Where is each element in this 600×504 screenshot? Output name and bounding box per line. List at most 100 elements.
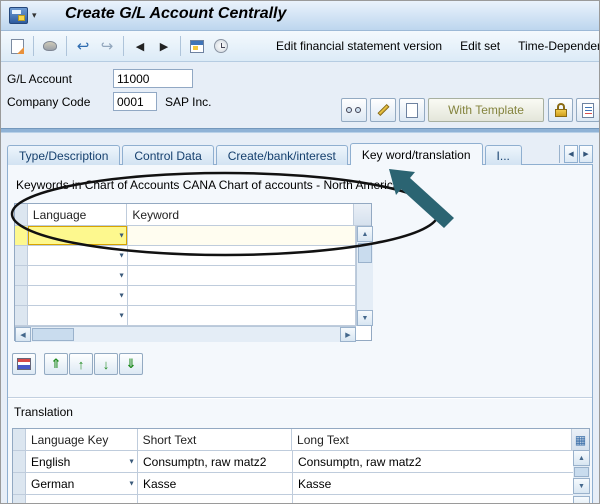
menu-time-dependent[interactable]: Time-Dependent bbox=[509, 39, 599, 53]
language-key-cell[interactable]: German ▼ bbox=[26, 473, 138, 495]
row-selector[interactable] bbox=[15, 246, 28, 266]
row-selector[interactable] bbox=[15, 306, 28, 326]
table-page-up-button[interactable]: ↑ bbox=[69, 353, 93, 375]
scrollbar-thumb[interactable] bbox=[32, 328, 74, 341]
scrollbar-up-icon[interactable]: ▲ bbox=[573, 450, 590, 466]
company-code-input[interactable] bbox=[113, 92, 157, 111]
dropdown-icon[interactable]: ▼ bbox=[118, 232, 125, 239]
scrollbar-right-icon[interactable]: ▶ bbox=[340, 327, 356, 342]
edit-button[interactable] bbox=[370, 98, 396, 122]
translation-divider bbox=[8, 397, 592, 399]
create-document-icon[interactable] bbox=[5, 34, 29, 58]
keyword-cell[interactable] bbox=[128, 226, 356, 246]
dropdown-icon[interactable]: ▼ bbox=[118, 272, 125, 279]
pencil-icon bbox=[376, 103, 390, 117]
tab-information[interactable]: I... bbox=[484, 145, 522, 165]
keyword-row: ▼ bbox=[15, 246, 371, 266]
dropdown-icon[interactable]: ▼ bbox=[128, 458, 135, 465]
calendar-icon[interactable] bbox=[185, 34, 209, 58]
tab-scroll-left-icon[interactable]: ◀ bbox=[564, 145, 578, 163]
row-selector[interactable] bbox=[13, 451, 26, 473]
short-text-cell[interactable]: Consumptn, raw matz2 bbox=[138, 451, 293, 473]
language-cell[interactable]: ▼ bbox=[28, 226, 128, 246]
language-cell[interactable]: ▼ bbox=[28, 246, 128, 266]
keyword-cell[interactable] bbox=[128, 246, 356, 266]
document-lines-button[interactable] bbox=[576, 98, 599, 122]
scrollbar-down-icon[interactable]: ▼ bbox=[357, 310, 373, 326]
page-title: Create G/L Account Centrally bbox=[65, 5, 287, 22]
menu-edit-financial-statement-version[interactable]: Edit financial statement version bbox=[267, 39, 451, 53]
keyword-cell[interactable] bbox=[128, 306, 356, 326]
scrollbar-thumb[interactable] bbox=[358, 243, 372, 263]
scrollbar-left-icon[interactable]: ◀ bbox=[15, 327, 31, 342]
dropdown-icon[interactable]: ▼ bbox=[128, 480, 135, 487]
redo-icon[interactable]: ↪ bbox=[95, 34, 119, 58]
language-cell[interactable]: ▼ bbox=[28, 266, 128, 286]
translation-vertical-scrollbar[interactable]: ▲ ▼ bbox=[573, 450, 590, 503]
row-selector[interactable] bbox=[15, 266, 28, 286]
select-all-cell[interactable] bbox=[15, 204, 28, 226]
short-text-cell[interactable] bbox=[138, 495, 293, 503]
long-text-cell[interactable] bbox=[293, 495, 574, 503]
keyword-cell[interactable] bbox=[128, 286, 356, 306]
scrollbar-thumb[interactable] bbox=[574, 467, 589, 477]
scrollbar-up-icon[interactable]: ▲ bbox=[357, 226, 373, 242]
window-menu-icon[interactable]: ▾ bbox=[32, 10, 37, 21]
tab-create-bank-interest[interactable]: Create/bank/interest bbox=[215, 145, 348, 165]
toolbar-separator bbox=[33, 36, 34, 56]
long-text-cell[interactable]: Consumptn, raw matz2 bbox=[293, 451, 574, 473]
select-all-cell[interactable] bbox=[13, 429, 26, 451]
row-selector[interactable] bbox=[13, 473, 26, 495]
long-text-column-header[interactable]: Long Text bbox=[292, 429, 573, 451]
keywords-vertical-scrollbar[interactable]: ▲ ▼ bbox=[356, 226, 373, 326]
block-button[interactable] bbox=[548, 98, 573, 122]
table-scroll-bottom-button[interactable]: ⇓ bbox=[119, 353, 143, 375]
language-key-cell[interactable]: English ▼ bbox=[26, 451, 138, 473]
short-text-column-header[interactable]: Short Text bbox=[137, 429, 293, 451]
dropdown-icon[interactable]: ▼ bbox=[118, 312, 125, 319]
back-icon[interactable]: ◀ bbox=[128, 34, 152, 58]
long-text-cell[interactable]: Kasse bbox=[293, 473, 574, 495]
language-cell[interactable]: ▼ bbox=[28, 306, 128, 326]
menu-edit-set[interactable]: Edit set bbox=[451, 39, 509, 53]
row-operations-button[interactable] bbox=[12, 353, 36, 375]
tab-scroll-right-icon[interactable]: ▶ bbox=[579, 145, 593, 163]
forward-icon[interactable]: ▶ bbox=[152, 34, 176, 58]
short-text-cell[interactable]: Kasse bbox=[138, 473, 293, 495]
language-key-cell[interactable] bbox=[26, 495, 138, 503]
undo-icon[interactable]: ↩ bbox=[71, 34, 95, 58]
tab-label: Control Data bbox=[134, 148, 202, 163]
keywords-horizontal-scrollbar[interactable]: ◀ ▶ bbox=[15, 326, 356, 342]
language-cell[interactable]: ▼ bbox=[28, 286, 128, 306]
row-selector[interactable] bbox=[15, 226, 28, 246]
tab-scroll-separator bbox=[559, 145, 560, 163]
keywords-table: Language Keyword ▼ ▼ ▼ ▼ ▼ ▲ ▼ ◀ ▶ bbox=[14, 203, 373, 342]
clock-icon[interactable] bbox=[209, 34, 233, 58]
keyword-column-header[interactable]: Keyword bbox=[127, 204, 355, 226]
translation-table: Language Key Short Text Long Text ▦ Engl… bbox=[12, 428, 590, 503]
language-key-value: English bbox=[31, 454, 71, 469]
dropdown-icon[interactable]: ▼ bbox=[118, 252, 125, 259]
table-settings-icon[interactable]: ▦ bbox=[572, 429, 589, 451]
table-page-down-button[interactable]: ↓ bbox=[94, 353, 118, 375]
row-selector[interactable] bbox=[15, 286, 28, 306]
language-key-column-header[interactable]: Language Key bbox=[25, 429, 138, 451]
tab-label: Type/Description bbox=[19, 148, 109, 163]
tab-type-description[interactable]: Type/Description bbox=[7, 145, 121, 165]
tab-key-word-translation[interactable]: Key word/translation bbox=[349, 143, 483, 165]
scrollbar-down-icon[interactable]: ▼ bbox=[573, 478, 590, 494]
gl-account-input[interactable] bbox=[113, 69, 193, 88]
overview-icon[interactable] bbox=[38, 34, 62, 58]
dropdown-icon[interactable]: ▼ bbox=[118, 292, 125, 299]
table-scroll-top-button[interactable]: ⇑ bbox=[44, 353, 68, 375]
keyword-cell[interactable] bbox=[128, 266, 356, 286]
with-template-button[interactable]: With Template bbox=[428, 98, 544, 122]
tab-label: I... bbox=[496, 148, 510, 163]
new-document-button[interactable] bbox=[399, 98, 425, 122]
row-selector[interactable] bbox=[13, 495, 26, 503]
toolbar-separator bbox=[123, 36, 124, 56]
language-column-header[interactable]: Language bbox=[27, 204, 128, 226]
tab-control-data[interactable]: Control Data bbox=[122, 145, 214, 165]
display-change-button[interactable] bbox=[341, 98, 367, 122]
blank-page-icon bbox=[406, 102, 418, 118]
